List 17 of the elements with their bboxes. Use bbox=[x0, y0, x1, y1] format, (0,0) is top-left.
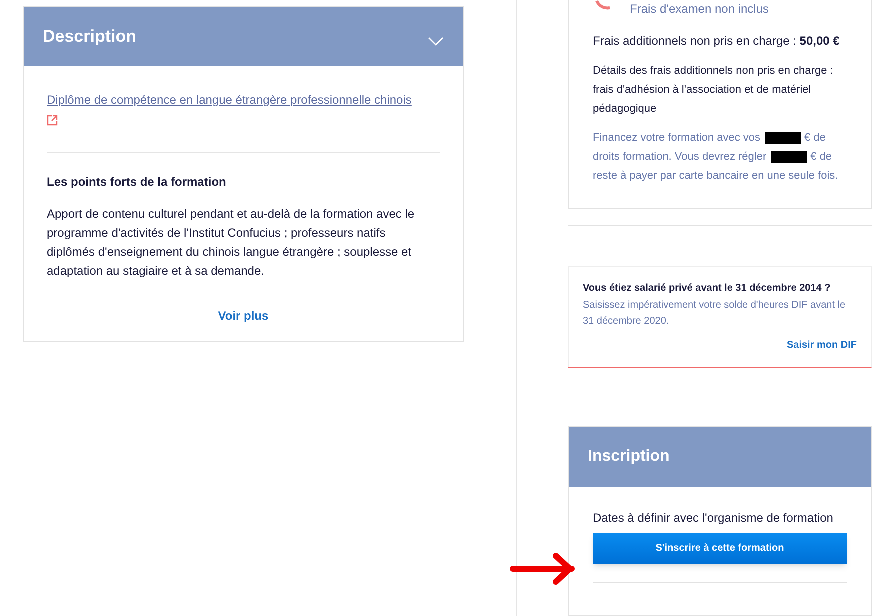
exam-note: Frais d'examen non inclus bbox=[630, 1, 770, 18]
dates-text: Dates à définir avec l'organisme de formation bbox=[593, 510, 834, 527]
dif-title: Vous étiez salarié privé avant le 31 décembre 2014 ? bbox=[583, 282, 832, 296]
card-title: Inscription bbox=[588, 446, 670, 467]
dif-text: Saisissez impérativement votre solde d'heures DIF avant le 31 décembre 2020. bbox=[583, 298, 847, 329]
section-title: Les points forts de la formation bbox=[47, 174, 228, 191]
register-button[interactable]: S'inscrire à cette formation bbox=[593, 532, 847, 564]
chevron-icon[interactable] bbox=[428, 37, 444, 46]
highlights-text: Apport de contenu culturel pendant et au-delà de la formation avec le programme d'activités de l'Institut Confucius ; professeurs natifs diplômés d'enseignement du chinois langue étrangère ; souplesse et adaptation au stagiaire et à sa demande. bbox=[47, 206, 416, 280]
dif-link[interactable]: Saisir mon DIF bbox=[786, 338, 857, 353]
external-link[interactable]: Diplôme de compétence en langue étrangère professionnelle chinois bbox=[47, 93, 412, 107]
card-title: Description bbox=[43, 26, 137, 48]
fees-details: Détails des frais additionnels non pris en charge : frais d'adhésion à l'association et de matériel pédagogique bbox=[593, 64, 834, 117]
financing-text: Financez votre formation avec vos € de droits formation. Vous devrez régler € de reste à payer par carte bancaire en une seule fois. bbox=[593, 131, 840, 184]
external-link-icon[interactable] bbox=[47, 115, 58, 126]
see-more-link[interactable]: Voir plus bbox=[218, 307, 269, 325]
additional-fees: Frais additionnels non pris en charge : 50,00 € bbox=[593, 33, 841, 50]
